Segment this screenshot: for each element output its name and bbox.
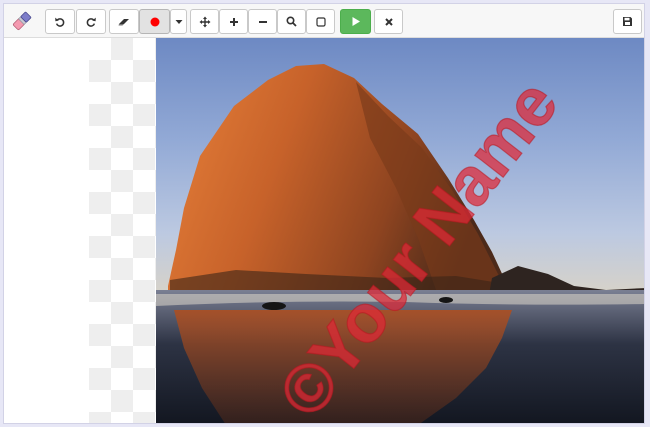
magnifier-icon (286, 16, 297, 27)
zoom-out-button[interactable] (248, 9, 277, 34)
square-icon (315, 16, 326, 27)
color-button[interactable] (139, 9, 170, 34)
redo-button[interactable] (76, 9, 106, 34)
floppy-disk-icon (623, 17, 632, 26)
editor-window: ©Your Name (3, 3, 645, 424)
color-dropdown-button[interactable] (170, 9, 187, 34)
record-dot-icon (150, 17, 159, 26)
canvas-area[interactable]: ©Your Name (4, 38, 645, 424)
caret-down-icon (175, 19, 182, 24)
apply-button[interactable] (340, 9, 371, 34)
move-arrows-icon (199, 16, 210, 27)
transparency-checkerboard (89, 38, 159, 423)
toolbar (4, 4, 644, 38)
photo-image[interactable]: ©Your Name (156, 38, 645, 424)
fit-button[interactable] (306, 9, 335, 34)
close-button[interactable] (374, 9, 403, 34)
times-icon (384, 17, 393, 26)
play-icon (352, 17, 360, 26)
eraser-button[interactable] (109, 9, 139, 34)
undo-icon (55, 17, 65, 27)
eraser-logo-icon (10, 9, 34, 38)
move-button[interactable] (190, 9, 219, 34)
plus-icon (229, 17, 238, 26)
redo-icon (86, 17, 96, 27)
zoom-in-button[interactable] (219, 9, 248, 34)
save-button[interactable] (613, 9, 642, 34)
search-button[interactable] (277, 9, 306, 34)
eraser-icon (118, 18, 129, 25)
undo-button[interactable] (45, 9, 75, 34)
minus-icon (258, 20, 267, 23)
